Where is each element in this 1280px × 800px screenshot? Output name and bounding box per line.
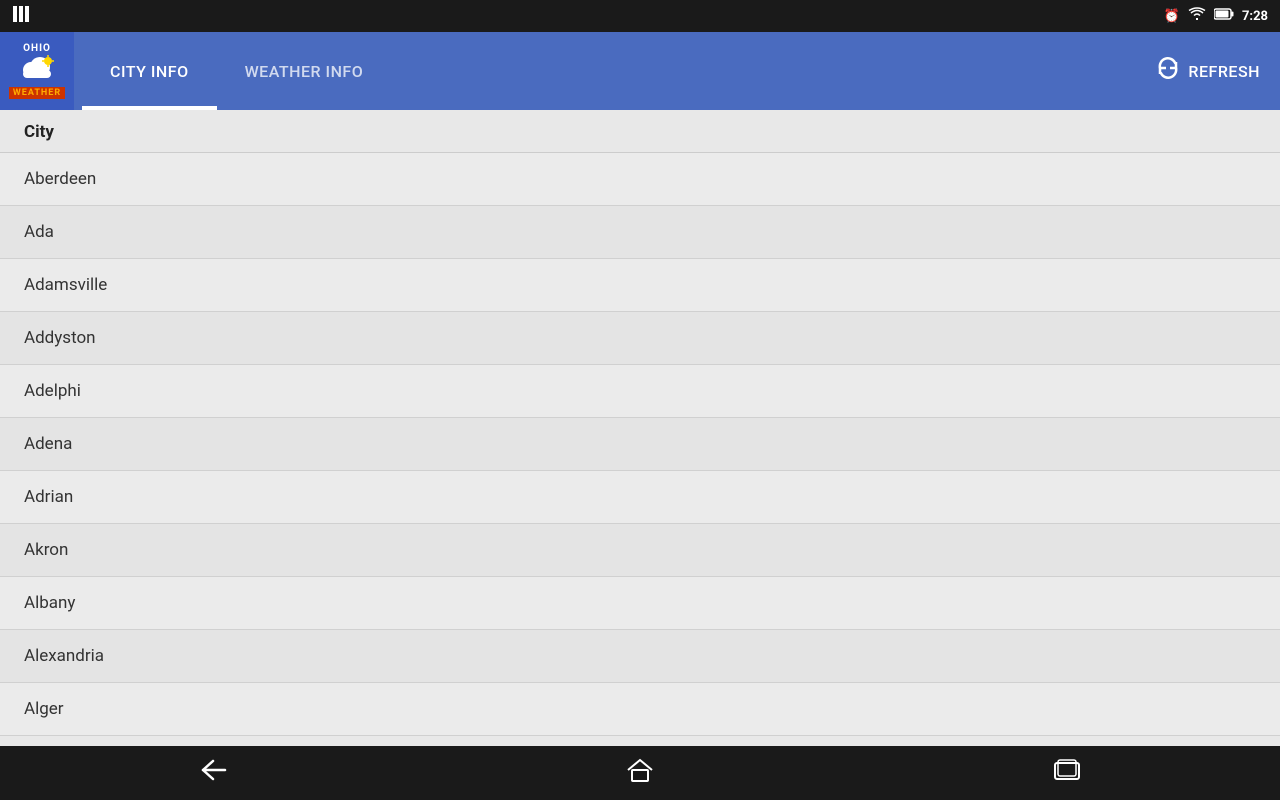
tabs-area: CITY INFO WEATHER INFO: [74, 32, 1136, 110]
refresh-icon: [1156, 56, 1180, 86]
logo-bottom-text: WEATHER: [9, 87, 65, 99]
grid-icon: [12, 5, 30, 27]
status-bar: ⏰ 7:28: [0, 0, 1280, 32]
city-list-item[interactable]: Ada: [0, 206, 1280, 259]
app-logo: OHIO WEATHER: [0, 32, 74, 110]
city-list-item[interactable]: Addyston: [0, 312, 1280, 365]
time-display: 7:28: [1242, 9, 1268, 24]
weather-cloud-icon: [18, 54, 56, 87]
home-icon: [627, 758, 653, 788]
city-list-item[interactable]: Adena: [0, 418, 1280, 471]
home-button[interactable]: [600, 753, 680, 793]
status-bar-left: [12, 5, 30, 27]
tab-weather-info[interactable]: WEATHER INFO: [217, 32, 392, 110]
city-list-item[interactable]: Adrian: [0, 471, 1280, 524]
refresh-button[interactable]: REFRESH: [1136, 56, 1280, 86]
status-bar-right: ⏰ 7:28: [1164, 7, 1268, 25]
recents-icon: [1054, 759, 1080, 787]
city-list-item[interactable]: Akron: [0, 524, 1280, 577]
wifi-icon: [1188, 7, 1206, 25]
city-list-item[interactable]: Aberdeen: [0, 153, 1280, 206]
app-bar: OHIO WEATHER CITY INFO WEATHER INFO: [0, 32, 1280, 110]
city-list-item[interactable]: Adelphi: [0, 365, 1280, 418]
city-list-item[interactable]: Alexandria: [0, 630, 1280, 683]
tab-city-info[interactable]: CITY INFO: [82, 32, 217, 110]
recents-button[interactable]: [1027, 753, 1107, 793]
city-list-item[interactable]: Albany: [0, 577, 1280, 630]
city-list: AberdeenAdaAdamsvilleAddystonAdelphiAden…: [0, 153, 1280, 736]
back-icon: [199, 759, 227, 787]
logo-top-text: OHIO: [23, 43, 51, 54]
back-button[interactable]: [173, 753, 253, 793]
nav-bar: [0, 746, 1280, 800]
refresh-label: REFRESH: [1188, 62, 1260, 81]
city-list-item[interactable]: Adamsville: [0, 259, 1280, 312]
alarm-icon: ⏰: [1164, 9, 1180, 24]
city-list-item[interactable]: Alger: [0, 683, 1280, 736]
main-content: City AberdeenAdaAdamsvilleAddystonAdelph…: [0, 110, 1280, 746]
city-column-header: City: [0, 110, 1280, 153]
battery-icon: [1214, 8, 1234, 24]
